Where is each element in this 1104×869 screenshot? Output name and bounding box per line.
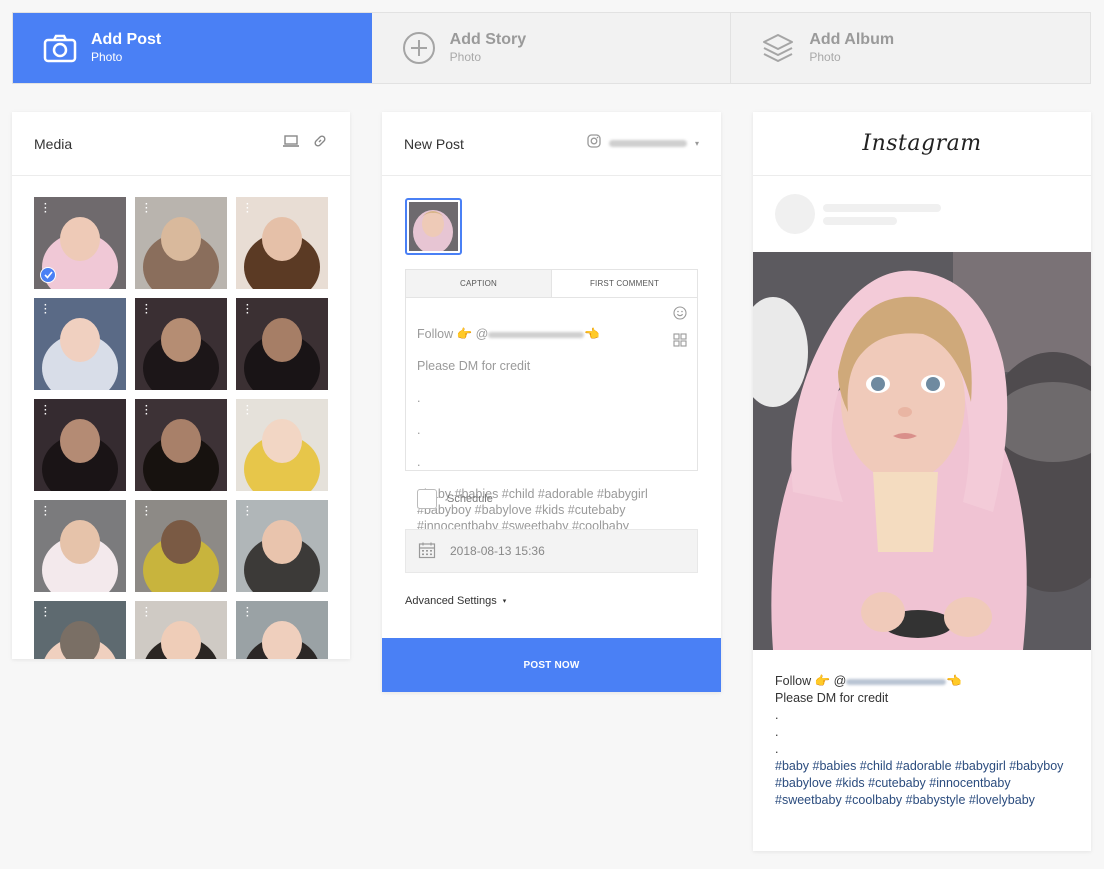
more-options-icon[interactable]: · · · [44,301,47,319]
more-options-icon[interactable]: · · · [44,604,47,622]
instagram-logo: Instagram [862,131,982,156]
post-now-button[interactable]: POST NOW [382,638,721,692]
media-thumbnail[interactable]: · · · [34,197,126,289]
preview-caption: Follow 👉 @ 👈 Please DM for credit . . . #… [775,673,1075,809]
more-options-icon[interactable]: · · · [44,200,47,218]
more-options-icon[interactable]: · · · [44,503,47,521]
link-icon[interactable] [312,133,328,154]
media-grid: · · · · · · · · · · · · · · · · · · · · · · · · · · · · · · · · · · · · · · · ·… [34,197,328,659]
preview-user-row [775,194,941,234]
more-options-icon[interactable]: · · · [246,200,249,218]
new-post-title: New Post [404,135,464,152]
chevron-down-icon: ▾ [694,139,699,148]
preview-dot: . [775,708,779,722]
preview-photo [753,252,1091,650]
selected-media-thumb[interactable] [405,198,462,255]
tab-first-comment[interactable]: First Comment [552,270,697,297]
media-thumbnail[interactable]: · · · [34,601,126,659]
tab-subtitle: Photo [449,50,482,64]
media-thumbnail[interactable]: · · · [236,601,328,659]
account-selector[interactable]: ▾ [587,134,699,153]
calendar-icon [418,541,436,562]
preview-dot: . [775,725,779,739]
more-options-icon[interactable]: · · · [145,402,148,420]
tab-caption[interactable]: Caption [406,270,552,297]
schedule-toggle[interactable]: Schedule [417,489,493,509]
schedule-label: Schedule [447,493,493,505]
advanced-settings-toggle[interactable]: Advanced Settings ▾ [405,595,506,607]
more-options-icon[interactable]: · · · [246,503,249,521]
media-thumbnail[interactable]: · · · [135,500,227,592]
preview-credit: Please DM for credit [775,691,889,705]
more-options-icon[interactable]: · · · [145,604,148,622]
tab-title: Add Album [809,31,895,48]
media-thumbnail[interactable]: · · · [135,601,227,659]
instagram-preview: Instagram Follow 👉 @ 👈 Please DM for cre… [753,112,1091,851]
media-thumbnail[interactable]: · · · [236,500,328,592]
preview-hashtags: #baby #babies #child #adorable #babygirl… [775,759,1064,807]
caption-follow: Follow 👉 @ [417,327,489,341]
media-thumbnail[interactable]: · · · [135,298,227,390]
advanced-settings-label: Advanced Settings [405,595,497,607]
media-thumbnail[interactable]: · · · [236,197,328,289]
preview-follow-end: 👈 [946,674,962,688]
tab-add-story[interactable]: Add Story Photo [372,13,732,83]
avatar [775,194,815,234]
caption-dot: . [417,455,421,469]
location-placeholder [823,216,897,225]
datetime-field[interactable]: 2018-08-13 15:36 [405,529,698,573]
preview-dot: . [775,742,779,756]
caption-dot: . [417,423,421,437]
tab-add-post[interactable]: Add Post Photo [13,13,372,83]
media-thumbnail[interactable]: · · · [135,399,227,491]
tab-title: Add Story [449,31,527,48]
new-post-header: New Post ▾ [382,112,721,176]
more-options-icon[interactable]: · · · [44,402,47,420]
media-thumbnail[interactable]: · · · [34,399,126,491]
caption-textarea[interactable]: Follow 👉 @ 👈 Please DM for credit . . . #… [417,310,667,566]
more-options-icon[interactable]: · · · [145,503,148,521]
preview-follow: Follow 👉 @ [775,674,847,688]
media-thumbnail[interactable]: · · · [34,298,126,390]
caption-dot: . [417,391,421,405]
media-thumbnail[interactable]: · · · [135,197,227,289]
handle-redacted [488,331,585,338]
media-thumbnail[interactable]: · · · [236,298,328,390]
more-options-icon[interactable]: · · · [246,301,249,319]
more-options-icon[interactable]: · · · [246,402,249,420]
plus-circle-icon [400,29,438,67]
new-post-panel: New Post ▾ Caption First Comment Follow … [382,112,721,692]
caption-credit: Please DM for credit [417,359,531,373]
more-options-icon[interactable]: · · · [145,200,148,218]
media-thumbnail[interactable]: · · · [34,500,126,592]
media-header: Media [12,112,350,176]
media-title: Media [34,135,73,152]
caption-editor: Caption First Comment Follow 👉 @ 👈 Please… [405,269,698,549]
caret-down-icon: ▾ [502,598,507,606]
preview-header: Instagram [753,112,1091,176]
media-thumbnail[interactable]: · · · [236,399,328,491]
layers-icon [759,29,797,67]
datetime-value: 2018-08-13 15:36 [450,544,545,558]
emoji-icon[interactable] [673,306,687,325]
handle-redacted [846,678,947,685]
post-type-tabs: Add Post Photo Add Story Photo Add Album… [12,12,1091,84]
selected-check-icon [40,267,56,283]
instagram-icon [587,134,601,153]
media-panel: Media · · · · · · · · · · · · · · · · · · · · · · · · · · · · · · · · · ·… [12,112,350,659]
grid-icon[interactable] [673,333,687,352]
caption-follow-end: 👈 [584,327,600,341]
tab-title: Add Post [91,31,162,48]
account-name-redacted [608,140,687,147]
camera-icon [41,29,79,67]
tab-subtitle: Photo [91,50,123,64]
username-placeholder [823,203,941,212]
more-options-icon[interactable]: · · · [246,604,249,622]
more-options-icon[interactable]: · · · [145,301,148,319]
schedule-checkbox[interactable] [417,489,437,509]
tab-add-album[interactable]: Add Album Photo [731,13,1090,83]
laptop-icon[interactable] [282,134,300,153]
tab-subtitle: Photo [809,50,841,64]
